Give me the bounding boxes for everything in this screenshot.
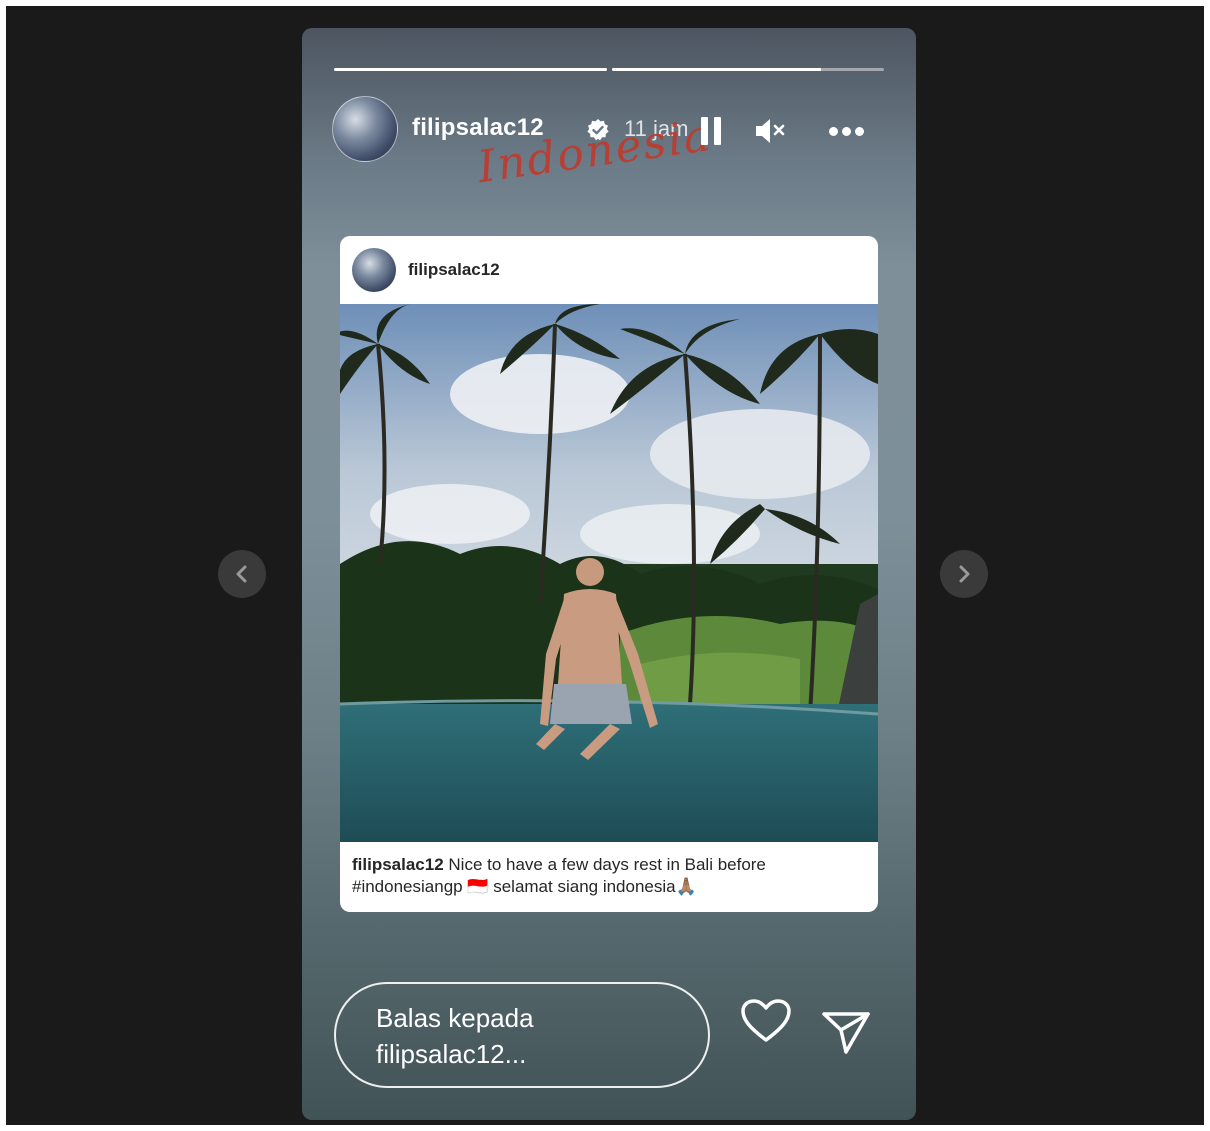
post-photo	[340, 304, 878, 842]
previous-story-button[interactable]	[218, 550, 266, 598]
progress-segment	[334, 68, 607, 71]
verified-badge-icon	[587, 119, 609, 141]
caption-text-line2: #indonesiangp 🇮🇩 selamat siang indonesia…	[352, 877, 697, 896]
shared-post-card[interactable]: filipsalac12 filipsalac12 Nice to have a…	[340, 236, 878, 912]
send-icon	[822, 1012, 870, 1054]
avatar[interactable]	[332, 96, 398, 162]
post-photo-image	[340, 304, 878, 842]
story-viewer: filipsalac12 11 jam Indonesia filipsalac…	[6, 6, 1204, 1125]
story-frame[interactable]: filipsalac12 11 jam Indonesia filipsalac…	[302, 28, 916, 1120]
pause-icon	[698, 117, 724, 145]
caption-username[interactable]: filipsalac12	[352, 855, 444, 874]
reply-input[interactable]: Balas kepada filipsalac12...	[334, 982, 710, 1088]
story-timestamp: 11 jam	[624, 116, 689, 141]
story-header: filipsalac12 11 jam	[332, 96, 892, 162]
share-button[interactable]	[820, 1008, 876, 1058]
progress-fill	[611, 68, 822, 71]
more-options-icon	[827, 126, 866, 136]
post-caption: filipsalac12 Nice to have a few days res…	[340, 842, 878, 898]
progress-fill	[334, 68, 607, 71]
heart-icon	[741, 999, 791, 1042]
mute-icon	[756, 119, 785, 143]
progress-segment	[611, 68, 884, 71]
reply-placeholder-line1: Balas kepada	[376, 1003, 534, 1033]
next-story-button[interactable]	[940, 550, 988, 598]
caption-text-line1: Nice to have a few days rest in Bali bef…	[443, 855, 766, 874]
pause-button[interactable]	[694, 114, 728, 148]
story-username[interactable]: filipsalac12	[412, 114, 544, 142]
post-avatar	[352, 248, 396, 292]
chevron-left-icon	[236, 565, 247, 583]
story-progress	[334, 68, 884, 72]
like-button[interactable]	[740, 998, 796, 1048]
reply-placeholder-line2: filipsalac12...	[376, 1039, 527, 1069]
post-header: filipsalac12	[340, 236, 878, 304]
mute-button[interactable]	[754, 114, 788, 148]
more-options-button[interactable]	[824, 114, 868, 148]
post-username: filipsalac12	[408, 260, 500, 279]
chevron-right-icon	[959, 565, 970, 583]
